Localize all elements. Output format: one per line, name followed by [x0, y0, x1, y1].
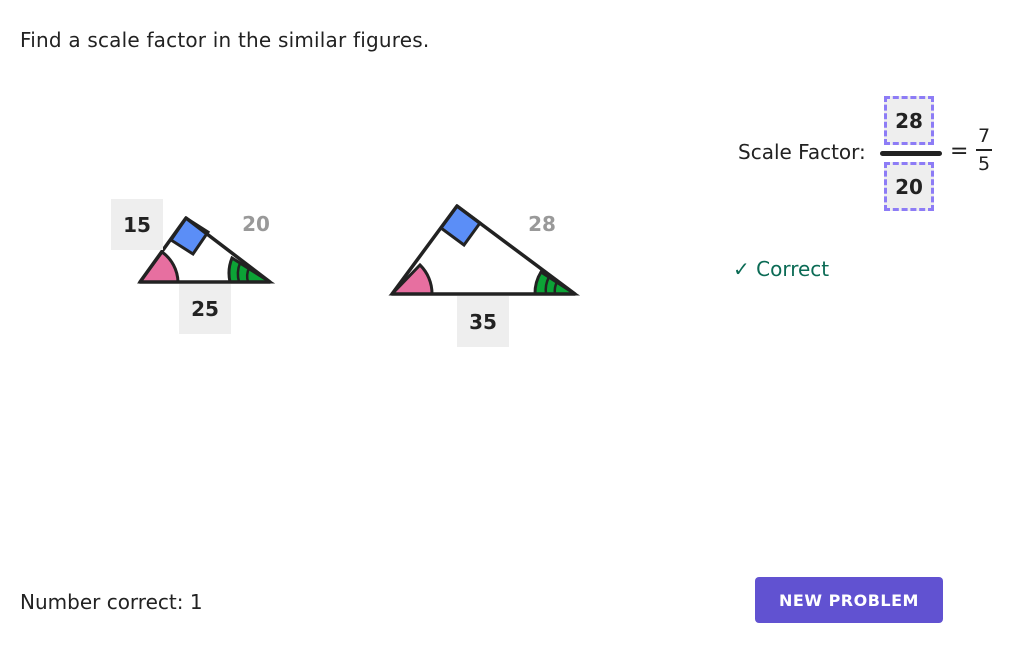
simplified-fraction: 7 5 — [974, 124, 994, 176]
similar-figures — [137, 203, 581, 296]
number-correct: Number correct: 1 — [20, 590, 203, 614]
small-base-label: 25 — [179, 284, 231, 334]
equals-sign: = — [950, 139, 969, 164]
small-right-angle-square — [168, 215, 211, 257]
large-base-label: 35 — [457, 296, 509, 347]
small-right-side-label: 20 — [242, 212, 270, 236]
large-right-angle-square — [438, 203, 483, 248]
simplified-denominator: 5 — [977, 152, 991, 175]
fraction-bar — [880, 151, 942, 156]
new-problem-button[interactable]: NEW PROBLEM — [755, 577, 943, 623]
numerator-input[interactable]: 28 — [884, 96, 934, 145]
simplified-numerator: 7 — [977, 125, 991, 147]
correct-status: ✓ Correct — [733, 257, 830, 281]
scale-factor-label: Scale Factor: — [738, 140, 866, 164]
denominator-input[interactable]: 20 — [884, 162, 934, 211]
small-left-side-label: 15 — [111, 199, 163, 250]
large-right-side-label: 28 — [528, 212, 556, 236]
simplified-fraction-bar — [976, 149, 992, 151]
